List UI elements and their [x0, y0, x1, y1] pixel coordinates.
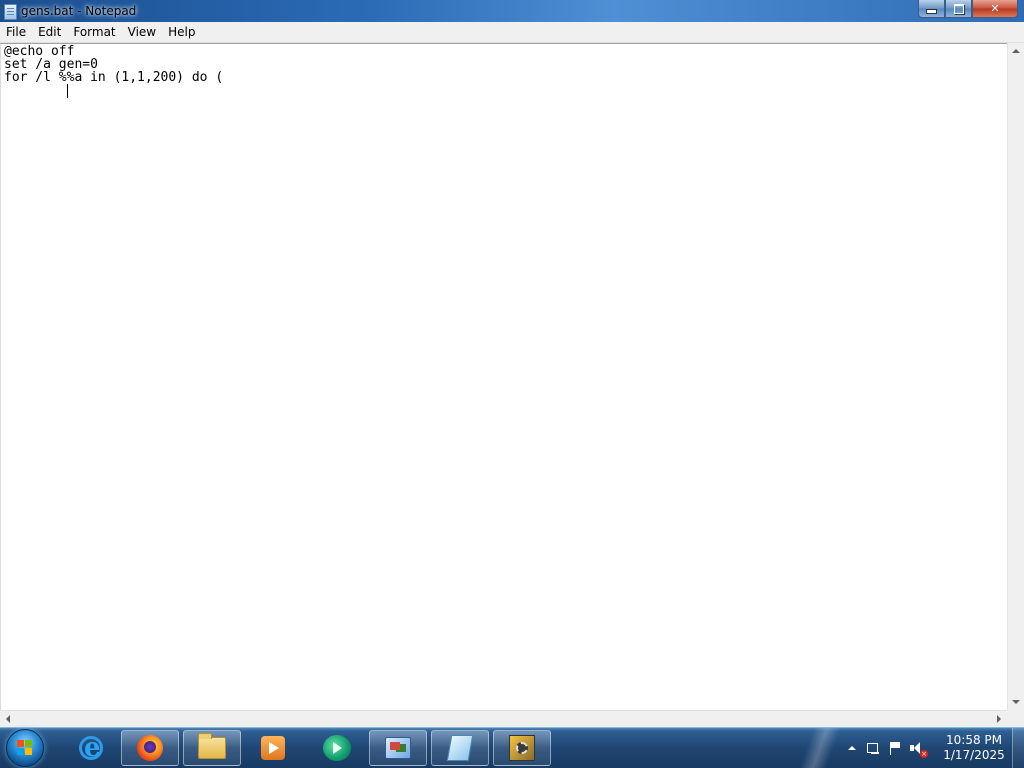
- maximize-button[interactable]: [945, 0, 972, 18]
- menu-bar: File Edit Format View Help: [0, 22, 1024, 43]
- show-hidden-icons-icon[interactable]: [848, 745, 856, 750]
- taskbar-notepad[interactable]: [431, 730, 489, 766]
- notepad-icon[interactable]: [4, 4, 17, 20]
- clock-time: 10:58 PM: [946, 733, 1002, 747]
- taskbar-green-app[interactable]: [308, 730, 366, 766]
- folder-icon: [198, 733, 226, 759]
- system-tray: ×: [842, 727, 928, 768]
- text-caret: [67, 84, 68, 98]
- scroll-up-icon[interactable]: [1012, 49, 1020, 53]
- clock[interactable]: 10:58 PM 1/17/2025: [938, 733, 1010, 763]
- taskbar-firefox[interactable]: [121, 730, 179, 766]
- media-player-icon: [261, 736, 285, 760]
- internet-explorer-icon: [79, 733, 103, 763]
- network-icon[interactable]: [865, 740, 881, 756]
- caption-buttons: ✕: [918, 0, 1018, 18]
- show-desktop-button[interactable]: [1012, 728, 1024, 768]
- menu-file[interactable]: File: [0, 22, 32, 42]
- gear-icon: [509, 735, 535, 761]
- vertical-scrollbar[interactable]: [1007, 43, 1024, 710]
- firefox-icon: [137, 735, 163, 761]
- editor-line: for /l %%a in (1,1,200) do (: [4, 70, 224, 85]
- taskbar-internet-explorer[interactable]: [62, 730, 120, 766]
- text-editor[interactable]: @echo off set /a gen=0 for /l %%a in (1,…: [0, 43, 1007, 710]
- minimize-icon: [926, 9, 937, 14]
- restore-icon: [953, 3, 964, 14]
- minimize-button[interactable]: [918, 0, 945, 18]
- menu-view[interactable]: View: [122, 22, 162, 42]
- notepad-icon: [446, 735, 474, 761]
- menu-format[interactable]: Format: [67, 22, 121, 42]
- action-center-flag-icon[interactable]: [887, 740, 903, 756]
- title-bar[interactable]: gens.bat - Notepad ✕: [0, 0, 1024, 22]
- taskbar-remote-desktop[interactable]: [369, 730, 427, 766]
- scroll-right-icon[interactable]: [997, 715, 1001, 723]
- taskbar-file-explorer[interactable]: [183, 730, 241, 766]
- horizontal-scrollbar[interactable]: [0, 710, 1007, 727]
- clock-date: 1/17/2025: [943, 748, 1005, 762]
- mute-x-icon: ×: [920, 749, 928, 758]
- menu-edit[interactable]: Edit: [32, 22, 67, 42]
- volume-muted-icon[interactable]: ×: [909, 740, 928, 758]
- windows-logo-icon: [17, 740, 33, 756]
- monitor-icon: [385, 737, 411, 759]
- scroll-down-icon[interactable]: [1012, 700, 1020, 704]
- window-title: gens.bat - Notepad: [21, 4, 137, 18]
- close-icon: ✕: [990, 2, 1000, 15]
- taskbar-media-player[interactable]: [244, 730, 302, 766]
- play-circle-icon: [323, 735, 351, 761]
- taskbar-settings-app[interactable]: [493, 730, 551, 766]
- start-button[interactable]: [6, 729, 44, 767]
- scroll-left-icon[interactable]: [6, 715, 10, 723]
- close-button[interactable]: ✕: [972, 0, 1018, 18]
- menu-help[interactable]: Help: [162, 22, 201, 42]
- size-grip[interactable]: [1007, 710, 1024, 727]
